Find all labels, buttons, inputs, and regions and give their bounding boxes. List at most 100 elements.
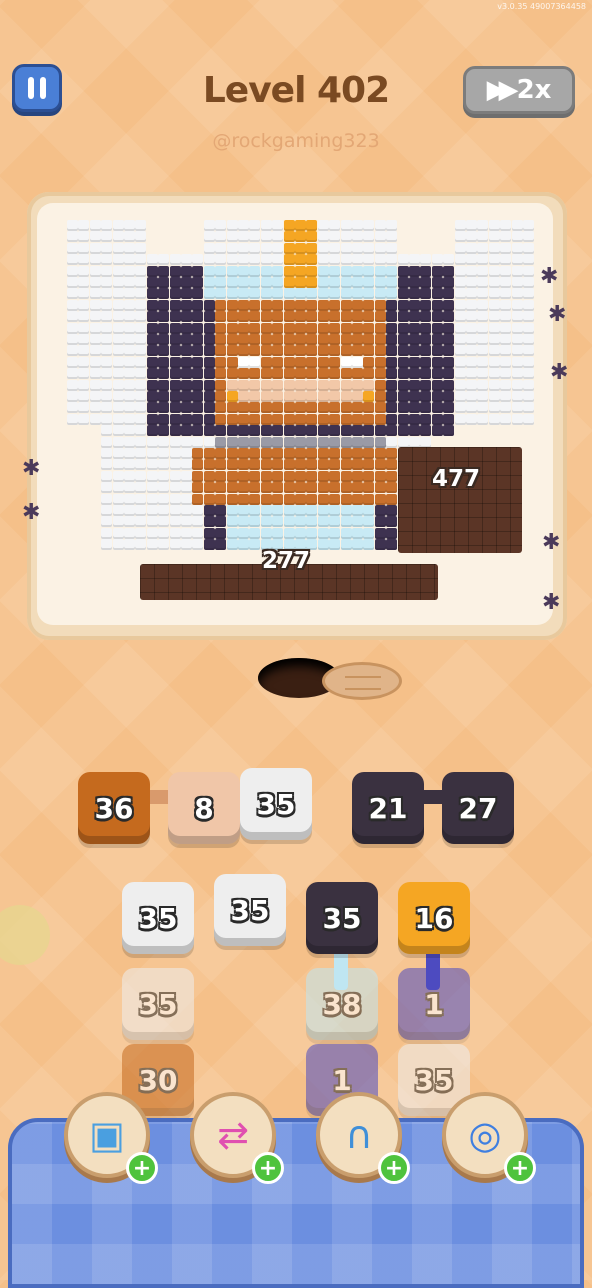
color-tile[interactable]: 8 [168, 772, 240, 844]
pixel [374, 311, 386, 323]
pixel [409, 254, 420, 266]
plus-badge-icon[interactable]: + [504, 1152, 536, 1184]
color-tile[interactable]: 35 [214, 874, 286, 946]
pixel [511, 299, 523, 311]
pixel [272, 527, 284, 539]
pixel [260, 436, 272, 448]
pixel [409, 334, 420, 345]
pixel [238, 254, 249, 266]
pixel [409, 356, 420, 368]
pixel [420, 299, 432, 311]
pixel [158, 436, 170, 448]
pixel [192, 379, 204, 391]
pixel [295, 425, 306, 437]
pixel [89, 277, 101, 288]
pixel [283, 470, 295, 482]
pixel [363, 322, 375, 334]
pixel [477, 334, 489, 345]
pixel [124, 277, 135, 288]
pixel [317, 527, 329, 539]
pixel [386, 505, 398, 516]
pixel [158, 459, 170, 471]
pixel [397, 311, 409, 323]
shuffle-icon: ⇄ [217, 1113, 249, 1157]
pixel [397, 322, 409, 334]
pixel [89, 242, 101, 254]
pixel [260, 345, 272, 357]
pixel [203, 436, 215, 448]
pixel [431, 402, 443, 414]
pixel [158, 448, 170, 459]
pixel [488, 277, 500, 288]
pixel [192, 391, 204, 402]
color-tile[interactable]: 16 [398, 882, 470, 954]
pixel [329, 470, 341, 482]
pixel [386, 470, 398, 482]
pixel [454, 402, 466, 414]
color-tile[interactable]: 27 [442, 772, 514, 844]
color-tile[interactable]: 21 [352, 772, 424, 844]
color-tile[interactable]: 35 [122, 968, 194, 1040]
pixel [272, 470, 284, 482]
pixel [340, 265, 352, 277]
pixel [238, 368, 249, 380]
pixel [340, 391, 352, 402]
pixel [67, 402, 78, 414]
pixel [466, 311, 477, 323]
pixel [500, 288, 512, 300]
pixel [226, 299, 238, 311]
pixel [283, 334, 295, 345]
speed-button[interactable]: ▶▶ 2x [463, 66, 575, 114]
pixel [352, 425, 363, 437]
pixel [169, 345, 181, 357]
pixel [488, 413, 500, 425]
pixel [192, 482, 204, 494]
plus-badge-icon[interactable]: + [126, 1152, 158, 1184]
pixel [317, 242, 329, 254]
color-tile[interactable]: 35 [306, 882, 378, 954]
ant-icon: ✱ [22, 500, 41, 525]
pixel [340, 527, 352, 539]
color-tile[interactable]: 38 [306, 968, 378, 1040]
pixel [215, 425, 227, 437]
pixel [238, 242, 249, 254]
pixel [374, 413, 386, 425]
pixel [67, 265, 78, 277]
pixel [511, 311, 523, 323]
pixel [272, 242, 284, 254]
color-tile[interactable]: 36 [78, 772, 150, 844]
pixel [181, 254, 192, 266]
pixel [306, 505, 318, 516]
pixel [203, 527, 215, 539]
plus-badge-icon[interactable]: + [378, 1152, 410, 1184]
pixel [112, 539, 124, 551]
pixel [215, 322, 227, 334]
pixel [101, 527, 113, 539]
plus-badge-icon[interactable]: + [252, 1152, 284, 1184]
pixel [329, 265, 341, 277]
pixel [443, 334, 455, 345]
pixel [238, 288, 249, 300]
pixel [477, 402, 489, 414]
color-tile[interactable]: 35 [240, 768, 312, 840]
pixel [249, 539, 261, 551]
color-tile[interactable]: 35 [122, 882, 194, 954]
pixel [238, 539, 249, 551]
pixel [454, 254, 466, 266]
pixel [67, 242, 78, 254]
pixel [89, 231, 101, 243]
pixel [431, 425, 443, 437]
pixel [203, 231, 215, 243]
pixel [238, 356, 249, 368]
pixel [352, 345, 363, 357]
pixel [146, 402, 158, 414]
pixel [431, 368, 443, 380]
pixel [363, 482, 375, 494]
pixel [181, 368, 192, 380]
pixel [317, 254, 329, 266]
color-tile[interactable]: 1 [398, 968, 470, 1040]
pixel [192, 539, 204, 551]
pixel [89, 299, 101, 311]
pixel [135, 505, 147, 516]
pixel [192, 448, 204, 459]
